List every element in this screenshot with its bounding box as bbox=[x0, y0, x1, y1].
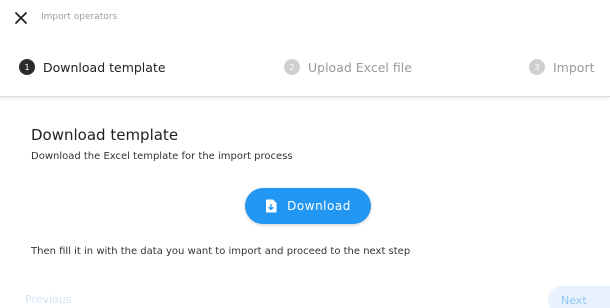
step-import[interactable]: 3 Import bbox=[529, 56, 595, 78]
download-button-label: Download bbox=[287, 199, 351, 213]
step-content: Download template Download the Excel tem… bbox=[0, 98, 610, 308]
dialog-title: Import operators bbox=[41, 12, 118, 22]
file-download-icon bbox=[266, 199, 277, 213]
step-label: Download template bbox=[43, 59, 166, 75]
instruction-text: Then fill it in with the data you want t… bbox=[31, 246, 411, 257]
next-button[interactable]: Next bbox=[548, 286, 610, 308]
previous-button[interactable]: Previous bbox=[25, 293, 72, 306]
stepper: 1 Download template 2 Upload Excel file … bbox=[0, 56, 610, 78]
step-number-badge: 1 bbox=[19, 59, 35, 75]
step-number-badge: 3 bbox=[529, 59, 545, 75]
step-number-badge: 2 bbox=[284, 59, 300, 75]
step-download-template[interactable]: 1 Download template bbox=[19, 56, 166, 78]
download-button[interactable]: Download bbox=[245, 188, 371, 224]
step-label: Import bbox=[553, 59, 595, 75]
dialog-header: Import operators 1 Download template 2 U… bbox=[0, 0, 610, 97]
section-title: Download template bbox=[31, 126, 179, 144]
step-label: Upload Excel file bbox=[308, 59, 412, 75]
section-description: Download the Excel template for the impo… bbox=[31, 151, 293, 162]
step-upload-excel[interactable]: 2 Upload Excel file bbox=[284, 56, 412, 78]
close-button[interactable] bbox=[14, 11, 28, 25]
close-icon bbox=[15, 12, 27, 24]
